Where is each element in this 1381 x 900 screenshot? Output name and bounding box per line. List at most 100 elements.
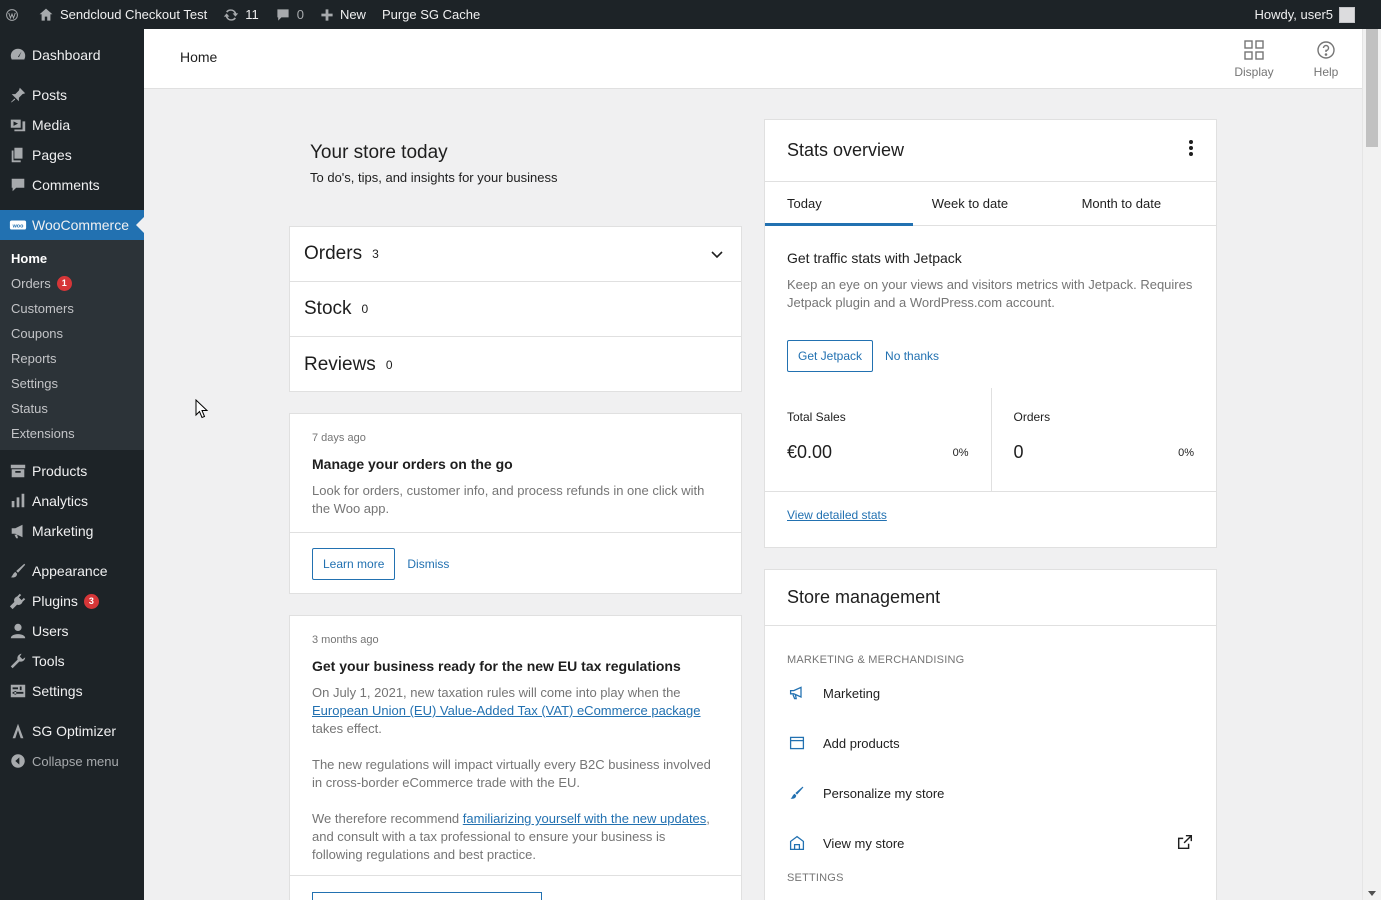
scrollbar-thumb[interactable]	[1366, 29, 1378, 147]
menu-comments[interactable]: Comments	[0, 170, 144, 200]
new-updates-link[interactable]: familiarizing yourself with the new upda…	[463, 811, 707, 826]
total-sales-stat[interactable]: Total Sales €0.00 0%	[765, 388, 991, 491]
note-date: 3 months ago	[312, 634, 379, 646]
wordpress-logo-icon[interactable]	[0, 0, 30, 29]
purge-cache-link[interactable]: Purge SG Cache	[374, 0, 488, 29]
account-menu[interactable]: Howdy, user5	[1246, 0, 1381, 29]
no-thanks-button[interactable]: No thanks	[885, 349, 939, 363]
scroll-down-arrow-icon[interactable]	[1368, 891, 1376, 896]
home-icon	[39, 8, 53, 21]
menu-plugins[interactable]: Plugins 3	[0, 586, 144, 616]
total-sales-delta: 0%	[952, 447, 969, 459]
note-text: Look for orders, customer info, and proc…	[312, 483, 705, 516]
jetpack-title: Get traffic stats with Jetpack	[787, 250, 962, 266]
updates-icon	[224, 8, 239, 21]
orders-stat[interactable]: Orders 0 0%	[990, 388, 1217, 491]
updates-link[interactable]: 11	[215, 0, 267, 29]
submenu-settings[interactable]: Settings	[0, 371, 144, 396]
updates-count: 11	[245, 7, 259, 22]
submenu-customers[interactable]: Customers	[0, 296, 144, 321]
woocommerce-submenu: Home Orders 1 Customers Coupons Reports S…	[0, 240, 144, 450]
submenu-extensions[interactable]: Extensions	[0, 421, 144, 446]
dashboard-icon	[8, 45, 28, 65]
user-icon	[8, 621, 28, 641]
dismiss-button[interactable]: Dismiss	[407, 557, 449, 571]
store-link-marketing[interactable]: Marketing	[765, 668, 1216, 718]
store-link-personalize[interactable]: Personalize my store	[765, 768, 1216, 818]
pushpin-icon	[8, 85, 28, 105]
site-name: Sendcloud Checkout Test	[60, 7, 208, 22]
help-button[interactable]: Help	[1301, 39, 1351, 79]
note-paragraph-3: We therefore recommend familiarizing you…	[312, 811, 710, 862]
submenu-home[interactable]: Home	[0, 246, 144, 271]
plus-icon	[321, 8, 333, 21]
admin-sidebar: Dashboard Posts Media Pages Comments woo…	[0, 29, 144, 900]
menu-tools[interactable]: Tools	[0, 646, 144, 676]
display-button[interactable]: Display	[1229, 39, 1279, 79]
tab-month-to-date[interactable]: Month to date	[1027, 182, 1216, 225]
external-link-icon[interactable]	[1176, 833, 1194, 854]
jetpack-promo: Get traffic stats with Jetpack Keep an e…	[765, 226, 1216, 372]
menu-woocommerce[interactable]: woo WooCommerce	[0, 210, 144, 240]
menu-products[interactable]: Products	[0, 456, 144, 486]
chevron-down-icon[interactable]	[711, 243, 723, 265]
total-sales-value: €0.00	[787, 442, 833, 462]
note-action-button[interactable]	[312, 892, 542, 900]
submenu-orders[interactable]: Orders 1	[0, 271, 144, 296]
stock-task-row[interactable]: Stock 0	[290, 282, 741, 337]
submenu-reports[interactable]: Reports	[0, 346, 144, 371]
menu-appearance[interactable]: Appearance	[0, 556, 144, 586]
jetpack-text: Keep an eye on your views and visitors m…	[787, 277, 1193, 310]
view-detailed-stats-link[interactable]: View detailed stats	[787, 508, 887, 522]
menu-posts[interactable]: Posts	[0, 80, 144, 110]
menu-pages[interactable]: Pages	[0, 140, 144, 170]
inbox-note-eu-tax: 3 months ago Get your business ready for…	[289, 615, 742, 900]
megaphone-icon	[787, 683, 807, 703]
admin-bar: Sendcloud Checkout Test 11 0 New Purge S…	[0, 0, 1381, 29]
wrench-icon	[8, 651, 28, 671]
orders-task-row[interactable]: Orders 3	[290, 227, 741, 282]
paintbrush-icon	[8, 561, 28, 581]
submenu-status[interactable]: Status	[0, 396, 144, 421]
tab-week-to-date[interactable]: Week to date	[913, 182, 1026, 225]
get-jetpack-button[interactable]: Get Jetpack	[787, 340, 874, 372]
plugin-icon	[8, 591, 28, 611]
menu-marketing[interactable]: Marketing	[0, 516, 144, 546]
comment-bubble-icon	[277, 8, 289, 21]
tab-today[interactable]: Today	[765, 182, 914, 226]
stats-tabs: Today Week to date Month to date	[765, 182, 1216, 226]
menu-dashboard[interactable]: Dashboard	[0, 40, 144, 70]
menu-analytics[interactable]: Analytics	[0, 486, 144, 516]
paintbrush-icon	[787, 783, 807, 803]
stats-overview-title: Stats overview	[787, 140, 905, 160]
sg-optimizer-icon	[8, 721, 28, 741]
store-management-card: Store management Marketing & Merchandisi…	[764, 569, 1217, 900]
more-options-icon[interactable]	[1188, 139, 1194, 162]
new-content-link[interactable]: New	[312, 0, 374, 29]
menu-users[interactable]: Users	[0, 616, 144, 646]
eu-vat-package-link[interactable]: European Union (EU) Value-Added Tax (VAT…	[312, 703, 701, 718]
collapse-menu-button[interactable]: Collapse menu	[0, 746, 144, 776]
reviews-task-row[interactable]: Reviews 0	[290, 337, 741, 392]
stats-overview-card: Stats overview Today Week to date Month …	[764, 119, 1217, 548]
page-scrollbar[interactable]	[1362, 29, 1381, 900]
settings-section-label: Settings	[787, 872, 844, 884]
learn-more-button[interactable]: Learn more	[312, 547, 396, 580]
menu-settings[interactable]: Settings	[0, 676, 144, 706]
purge-label: Purge SG Cache	[381, 7, 481, 22]
stats-footer: View detailed stats	[765, 492, 1216, 538]
submenu-coupons[interactable]: Coupons	[0, 321, 144, 346]
store-link-view-store[interactable]: View my store	[765, 818, 1216, 868]
menu-sg-optimizer[interactable]: SG Optimizer	[0, 716, 144, 746]
note-actions: Learn more Dismiss	[290, 532, 741, 594]
store-management-title: Store management	[787, 587, 941, 607]
store-link-add-products[interactable]: Add products	[765, 718, 1216, 768]
marketing-section-label: Marketing & Merchandising	[787, 654, 965, 666]
site-name-link[interactable]: Sendcloud Checkout Test	[30, 0, 215, 29]
comments-link[interactable]: 0	[267, 0, 312, 29]
comments-icon	[8, 175, 28, 195]
page-subtitle: To do's, tips, and insights for your bus…	[310, 170, 558, 185]
pages-icon	[8, 145, 28, 165]
breadcrumb: Home	[180, 49, 218, 65]
menu-media[interactable]: Media	[0, 110, 144, 140]
